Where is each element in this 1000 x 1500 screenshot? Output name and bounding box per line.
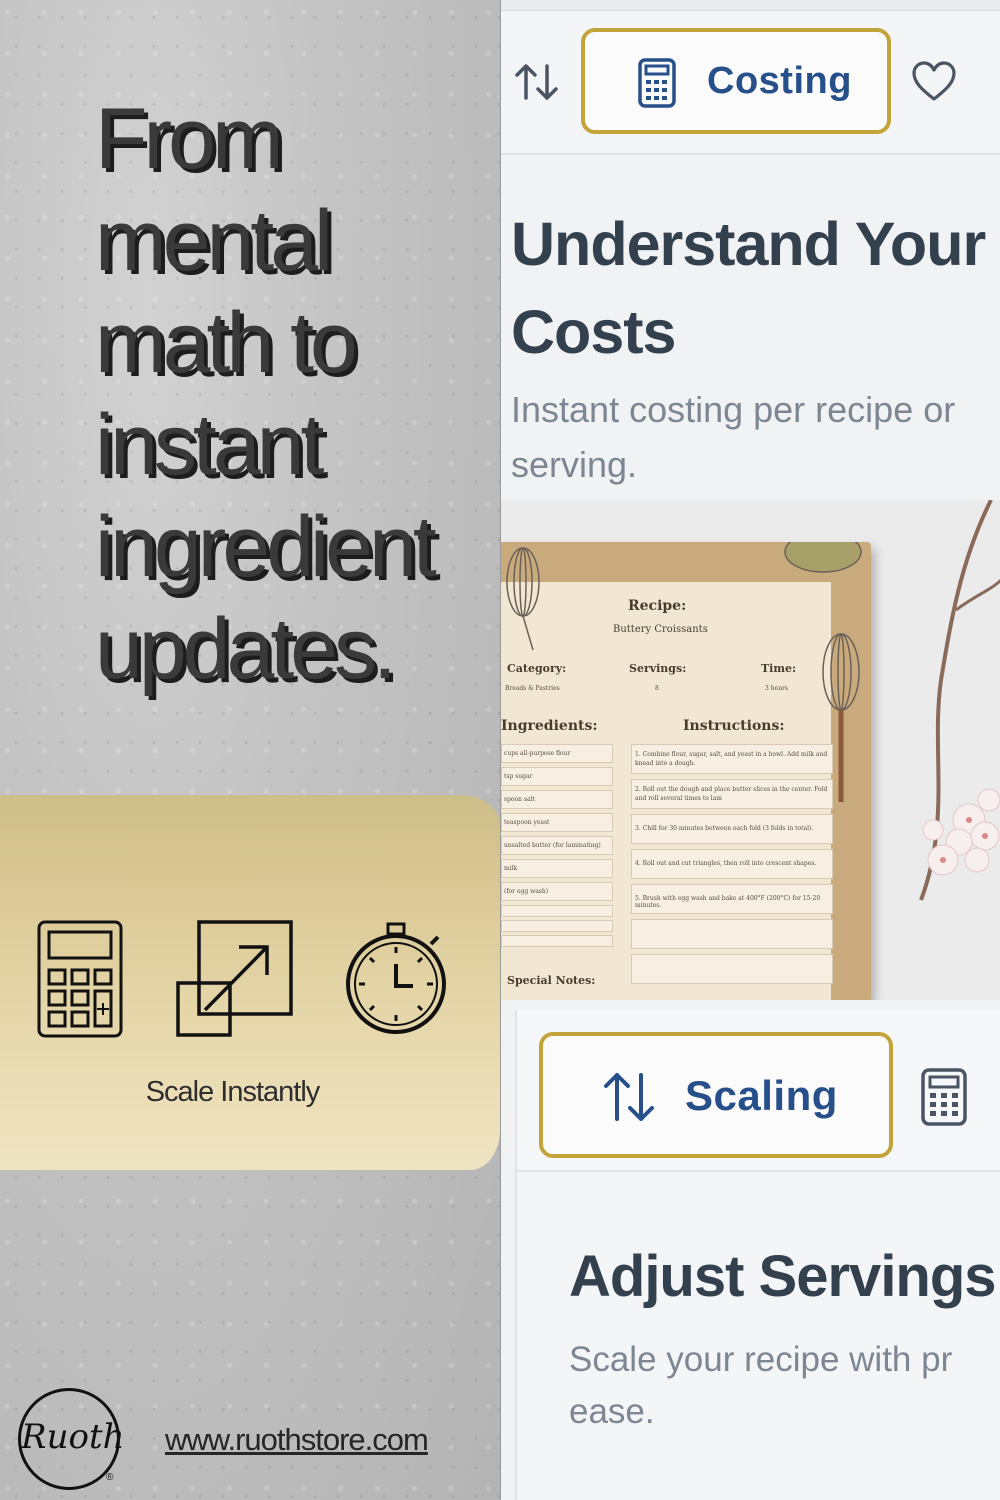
whisk-illustration — [822, 633, 860, 802]
scaling-subtitle: Scale your recipe with pr ease. — [569, 1340, 953, 1431]
calculator-icon — [37, 920, 123, 1038]
costing-title: Understand Your Costs — [511, 210, 986, 366]
website-link[interactable]: www.ruothstore.com — [165, 1422, 429, 1458]
calculator-icon[interactable] — [921, 1068, 967, 1126]
time-value: 3 hours — [765, 685, 789, 692]
recipe-card-photo: Recipe: Buttery Croissants Category: Bre… — [501, 500, 1000, 1000]
resize-icon — [176, 920, 293, 1037]
tab-scaling-label: Scaling — [685, 1072, 838, 1119]
ingredient-row — [501, 935, 613, 947]
instructions-label: Instructions: — [683, 718, 785, 734]
tab-costing-label: Costing — [707, 60, 852, 102]
servings-label: Servings: — [629, 662, 687, 675]
category-label: Category: — [507, 662, 567, 675]
stopwatch-icon — [346, 922, 446, 1034]
sort-icon — [604, 1073, 654, 1121]
bowl-illustration — [784, 542, 862, 573]
ingredient-row: milk — [501, 859, 613, 878]
instruction-row: 4. Roll out and cut triangles, then roll… — [631, 849, 833, 879]
special-notes-label: Special Notes: — [507, 974, 596, 987]
scaling-title: Adjust Servings — [569, 1244, 997, 1309]
toolbar-divider — [501, 0, 1000, 11]
ingredients-label: Ingredients: — [501, 718, 598, 734]
sort-icon[interactable] — [513, 58, 561, 106]
ingredient-row: spoon salt — [501, 790, 613, 809]
app-screenshots: Costing Understand Your Costs Instant co… — [500, 0, 1000, 1500]
ingredient-row: teaspoon yeast — [501, 813, 613, 832]
ingredient-row — [501, 920, 613, 932]
scaling-panel: Adjust Servings Scale your recipe with p… — [515, 1172, 1000, 1500]
instruction-row — [631, 954, 833, 984]
ingredient-row: tsp sugar — [501, 767, 613, 786]
recipe-card: Recipe: Buttery Croissants Category: Bre… — [501, 542, 871, 1000]
calculator-icon — [638, 58, 676, 108]
ingredient-row: cups all-purpose flour — [501, 744, 613, 763]
tab-costing[interactable]: Costing — [581, 28, 891, 134]
bottom-toolbar: Scaling — [515, 1010, 1000, 1172]
recipe-name: Buttery Croissants — [613, 624, 708, 635]
ingredient-row — [501, 905, 613, 917]
whisk-illustration — [506, 547, 540, 651]
registered-mark: ® — [106, 1472, 114, 1483]
instruction-row — [631, 919, 833, 949]
heart-icon[interactable] — [911, 60, 957, 102]
top-toolbar: Costing — [501, 0, 1000, 155]
costing-subtitle: Instant costing per recipe or serving. — [511, 389, 956, 485]
instruction-row: 2. Roll out the dough and place butter s… — [631, 779, 833, 809]
promo-panel: From mental math to instant ingredient u… — [0, 0, 500, 1500]
instruction-row: 1. Combine flour, sugar, salt, and yeast… — [631, 744, 833, 774]
recipe-label: Recipe: — [628, 598, 687, 614]
ingredient-row: unsalted butter (for laminating) — [501, 836, 613, 855]
headline: From mental math to instant ingredient u… — [95, 91, 437, 697]
category-value: Breads & Pastries — [505, 685, 560, 692]
time-label: Time: — [761, 662, 797, 675]
cherry-blossom-branch — [919, 500, 1000, 901]
scale-caption: Scale Instantly — [145, 1076, 321, 1108]
tab-scaling[interactable]: Scaling — [539, 1032, 893, 1158]
instruction-row: 5. Brush with egg wash and bake at 400°F… — [631, 884, 833, 914]
logo-wordmark: Ruoth — [21, 1417, 125, 1457]
servings-value: 8 — [655, 685, 659, 692]
ingredient-row: (for egg wash) — [501, 882, 613, 901]
instruction-row: 3. Chill for 30 minutes between each fol… — [631, 814, 833, 844]
ruoth-logo[interactable]: Ruoth — [18, 1388, 125, 1490]
